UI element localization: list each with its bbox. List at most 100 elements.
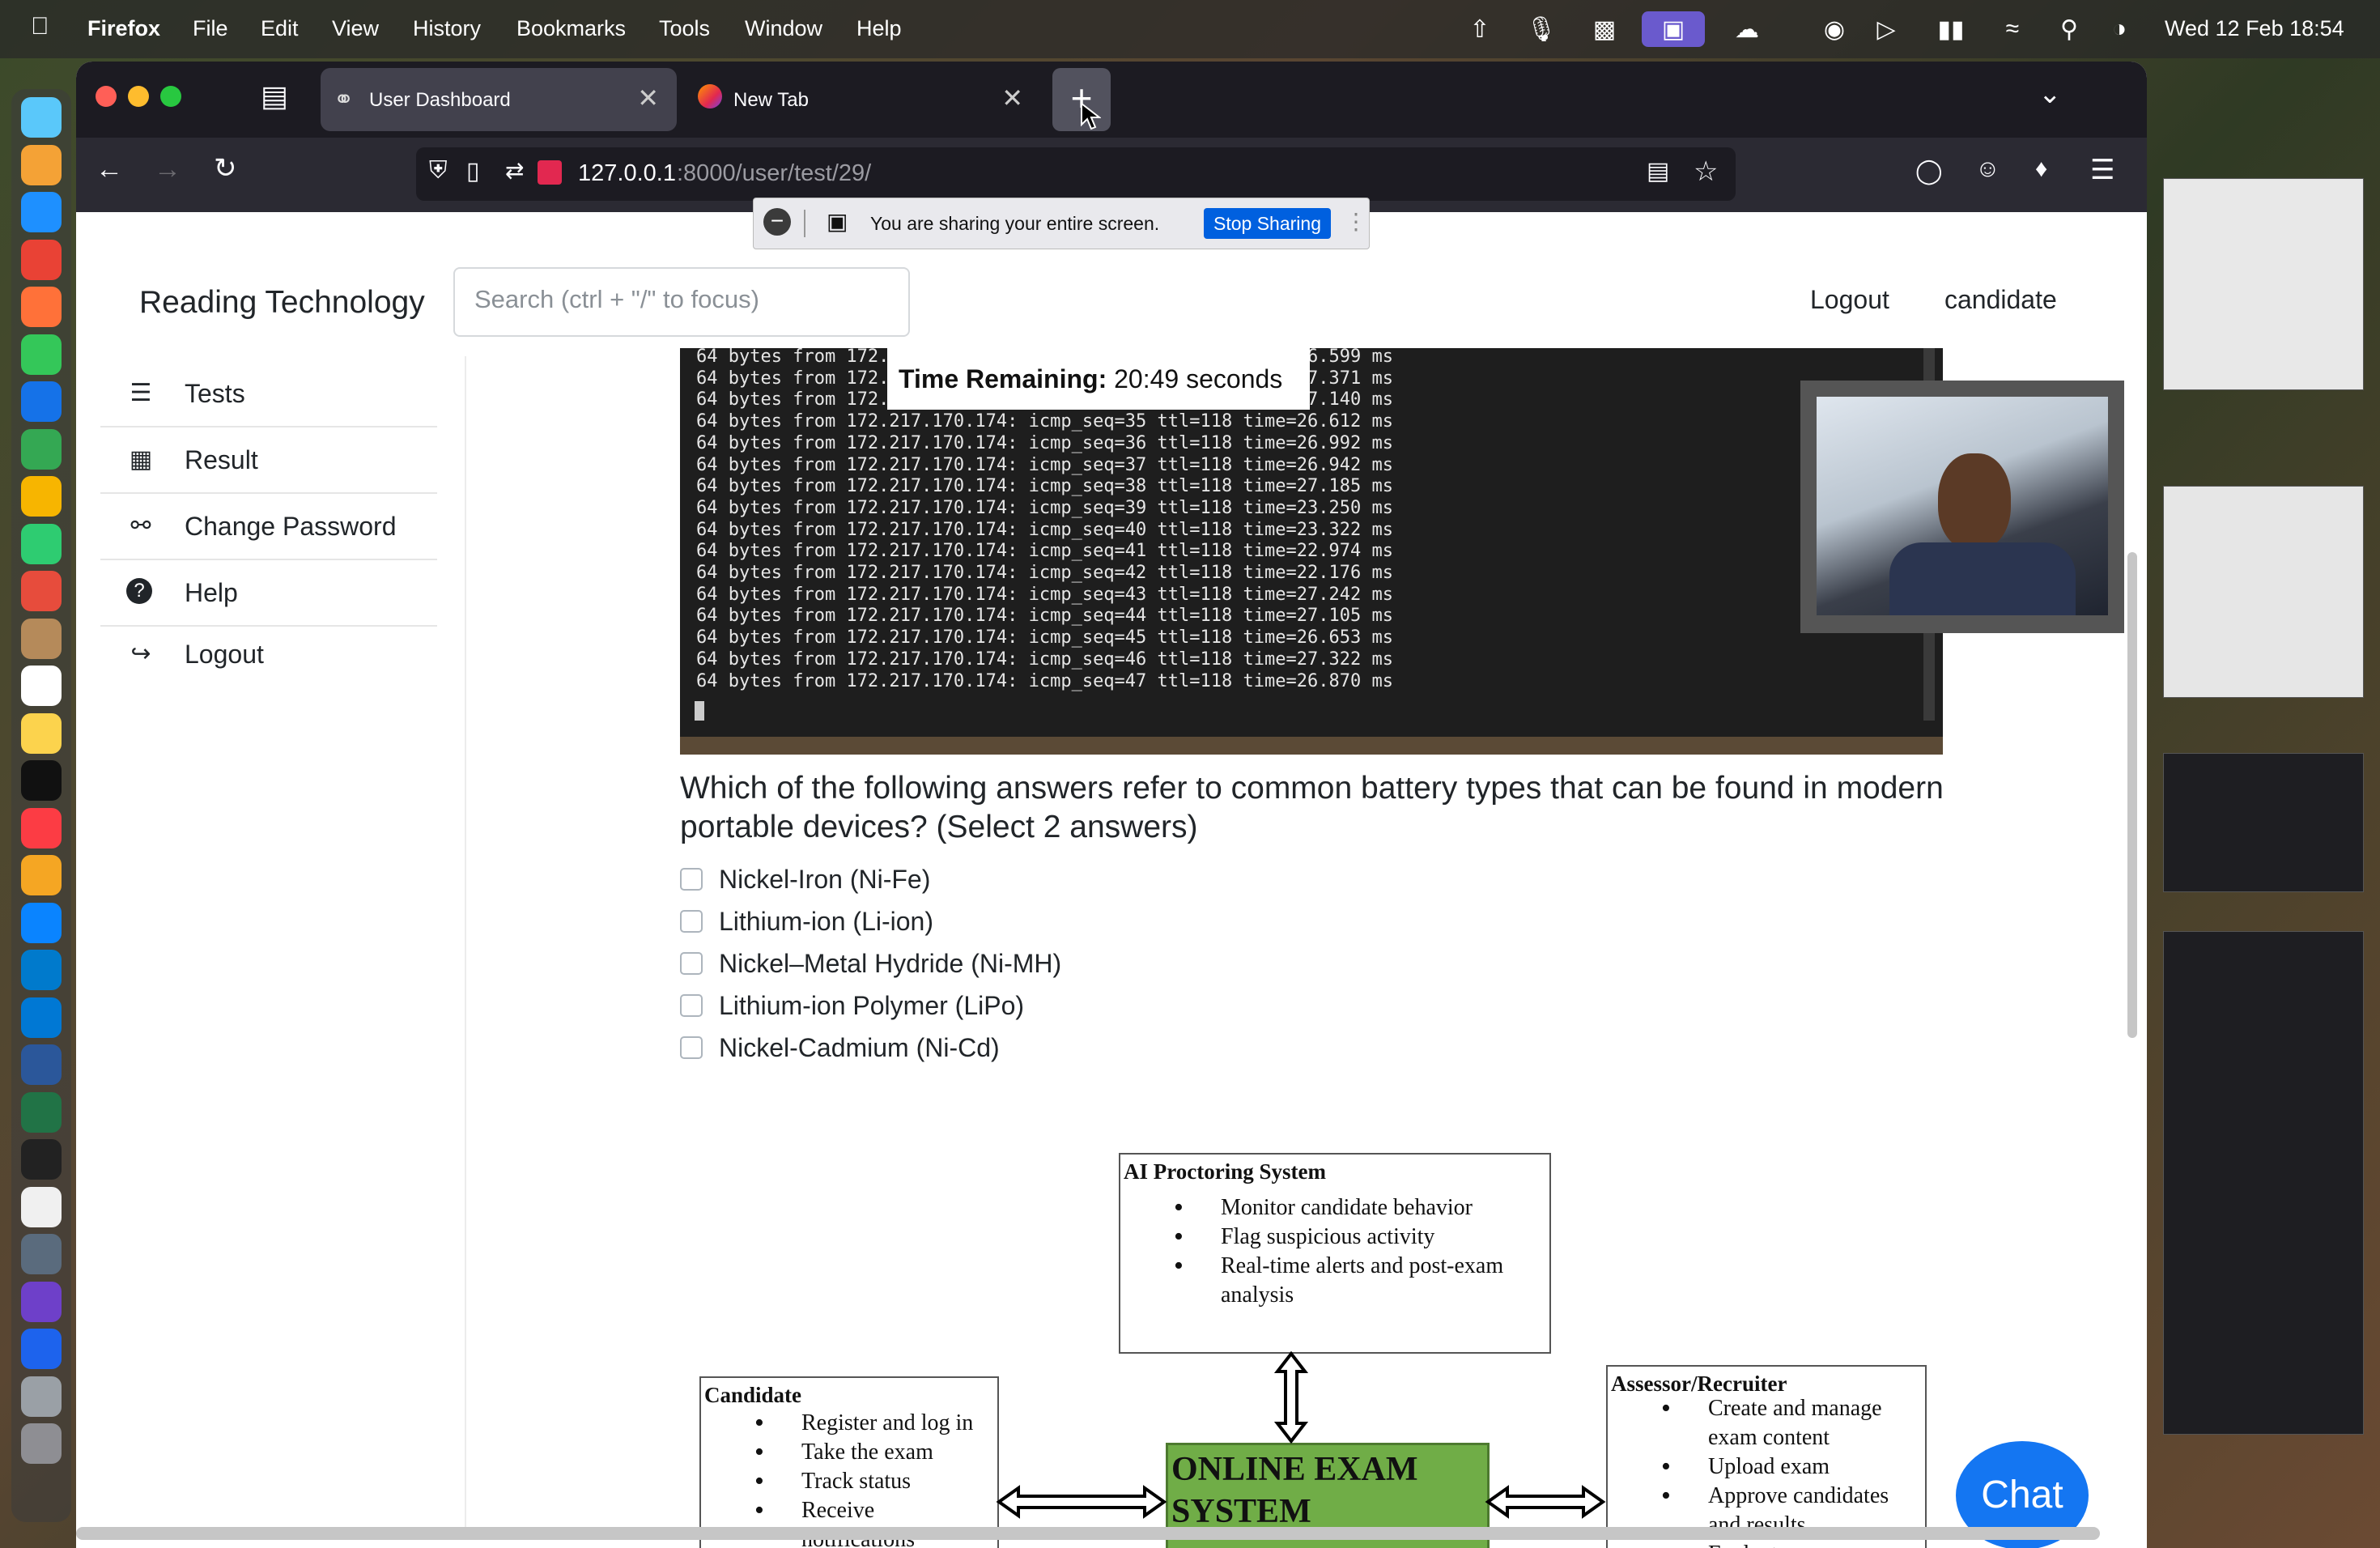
- reader-view-icon[interactable]: ▤: [1647, 157, 1669, 185]
- drag-handle-icon[interactable]: ⋮: [1345, 208, 1367, 235]
- pocket-icon[interactable]: ◯: [1915, 157, 1943, 185]
- mouse-pointer-icon: [1081, 102, 1101, 130]
- tab-new-tab[interactable]: New Tab ✕: [685, 68, 1041, 131]
- dock-app-icon[interactable]: [21, 1234, 62, 1274]
- menu-tools[interactable]: Tools: [659, 16, 710, 41]
- spotlight-search-icon[interactable]: ⚲: [2051, 11, 2087, 47]
- horizontal-scrollbar[interactable]: [76, 1527, 2100, 1540]
- back-icon[interactable]: ←: [96, 154, 123, 185]
- stage-window-thumbnail[interactable]: [2163, 486, 2364, 698]
- dock-app-icon[interactable]: [21, 1091, 62, 1133]
- screen-sharing-bar: − ▣ You are sharing your entire screen. …: [753, 198, 1370, 249]
- close-tab-icon[interactable]: ✕: [1001, 83, 1023, 113]
- dock-app-icon[interactable]: [21, 144, 62, 185]
- dock-app-icon[interactable]: [21, 618, 62, 659]
- menu-bookmarks[interactable]: Bookmarks: [516, 16, 626, 41]
- control-center-icon[interactable]: ◑: [2102, 11, 2137, 47]
- forward-icon[interactable]: →: [154, 154, 181, 185]
- headphones-icon[interactable]: ◉: [1817, 11, 1852, 47]
- share-bar-message: You are sharing your entire screen.: [870, 213, 1160, 234]
- minimize-share-bar-icon[interactable]: −: [763, 208, 791, 236]
- menu-file[interactable]: File: [193, 16, 228, 41]
- menu-history[interactable]: History: [413, 16, 481, 41]
- weather-icon[interactable]: ☁: [1729, 11, 1765, 47]
- screen-share-status-icon[interactable]: ⇧: [1462, 11, 1498, 47]
- url-bar[interactable]: ⛨ ▯ ⇄ 127.0.0.1 :8000/user/test/29/ ▤ ☆: [416, 147, 1736, 201]
- permissions-icon[interactable]: ⇄: [505, 157, 524, 184]
- browser-window: ▤ ⚭ User Dashboard ✕ New Tab ✕ + ⌄ ← → ↻…: [76, 62, 2147, 1548]
- dock-app-icon[interactable]: [21, 1044, 62, 1085]
- tab-bar: ▤ ⚭ User Dashboard ✕ New Tab ✕ + ⌄: [76, 62, 2147, 138]
- list-all-tabs-icon[interactable]: ⌄: [2038, 78, 2062, 110]
- dock-app-icon[interactable]: [21, 1186, 62, 1227]
- vertical-scrollbar[interactable]: [2127, 552, 2137, 1038]
- dock-app-icon[interactable]: [21, 950, 62, 990]
- screen-share-icon: ▣: [827, 209, 848, 234]
- account-icon[interactable]: ☺: [1975, 155, 2000, 183]
- dock-app-icon[interactable]: [21, 997, 62, 1038]
- close-tab-icon[interactable]: ✕: [637, 83, 659, 113]
- microphone-icon[interactable]: 🎙: [1524, 11, 1559, 47]
- battery-icon[interactable]: ▮▮: [1927, 11, 1975, 47]
- dock-app-icon[interactable]: [21, 571, 62, 611]
- dock-app-icon[interactable]: [21, 428, 62, 470]
- dock-app-icon[interactable]: [21, 192, 62, 232]
- screen-mirroring-icon[interactable]: ▣: [1642, 11, 1705, 47]
- dock-app-icon[interactable]: [21, 1376, 62, 1417]
- dock-app-icon[interactable]: [21, 807, 62, 848]
- tab-label: New Tab: [733, 89, 809, 111]
- dock-app-icon[interactable]: [21, 334, 62, 375]
- dock-app-icon[interactable]: [21, 1281, 62, 1322]
- firefox-logo-icon: [698, 84, 722, 108]
- dock: [11, 89, 71, 1522]
- stop-sharing-button[interactable]: Stop Sharing: [1204, 208, 1331, 239]
- stage-window-thumbnail[interactable]: [2163, 178, 2364, 390]
- globe-icon: ⚭: [334, 87, 355, 113]
- minimize-window-button[interactable]: [128, 86, 149, 107]
- screen-sharing-indicator-icon[interactable]: [538, 160, 562, 185]
- dock-app-icon[interactable]: [21, 902, 62, 943]
- menu-window[interactable]: Window: [745, 16, 822, 41]
- menu-hamburger-icon[interactable]: ☰: [2090, 154, 2114, 186]
- dock-app-icon[interactable]: [21, 1329, 62, 1369]
- web-page: Reading Technology Search (ctrl + "/" to…: [76, 212, 2147, 1548]
- page-info-icon[interactable]: ▯: [466, 157, 480, 185]
- dock-app-icon[interactable]: [21, 97, 62, 138]
- tab-user-dashboard[interactable]: ⚭ User Dashboard ✕: [321, 68, 677, 131]
- menu-help[interactable]: Help: [856, 16, 902, 41]
- dock-app-icon[interactable]: [21, 476, 62, 517]
- diagram-arrows: [996, 1350, 1606, 1519]
- menubar-app-name[interactable]: Firefox: [87, 16, 160, 41]
- close-window-button[interactable]: [96, 86, 117, 107]
- apple-icon[interactable]: : [31, 13, 49, 40]
- menubar-clock[interactable]: Wed 12 Feb 18:54: [2165, 16, 2344, 41]
- firefox-view-icon[interactable]: ▤: [261, 79, 288, 113]
- url-host: 127.0.0.1: [578, 160, 676, 186]
- reload-icon[interactable]: ↻: [214, 152, 237, 185]
- bookmark-star-icon[interactable]: ☆: [1694, 155, 1718, 188]
- dock-app-icon[interactable]: [21, 855, 62, 895]
- dock-app-icon[interactable]: [21, 666, 62, 706]
- dock-app-icon[interactable]: [21, 1139, 62, 1180]
- url-path: :8000/user/test/29/: [677, 160, 872, 186]
- shield-icon[interactable]: ⛨: [429, 157, 448, 185]
- dock-app-icon[interactable]: [21, 523, 62, 564]
- play-icon[interactable]: ▷: [1868, 11, 1904, 47]
- camera-icon[interactable]: ▩: [1587, 11, 1622, 47]
- dock-app-icon[interactable]: [21, 287, 62, 327]
- dock-app-icon[interactable]: [21, 239, 62, 280]
- stage-window-thumbnail[interactable]: [2163, 753, 2364, 892]
- extensions-icon[interactable]: ♦: [2035, 155, 2047, 183]
- dock-app-icon[interactable]: [21, 381, 62, 422]
- menu-view[interactable]: View: [332, 16, 379, 41]
- macos-menubar:  Firefox File Edit View History Bookmar…: [0, 0, 2380, 58]
- tab-label: User Dashboard: [369, 89, 511, 111]
- menu-edit[interactable]: Edit: [261, 16, 299, 41]
- wifi-icon[interactable]: ≈: [1995, 11, 2030, 47]
- dock-app-icon[interactable]: [21, 760, 62, 801]
- stage-window-thumbnail[interactable]: [2163, 931, 2364, 1435]
- zoom-window-button[interactable]: [160, 86, 181, 107]
- dock-app-icon[interactable]: [21, 1423, 62, 1464]
- dock-app-icon[interactable]: [21, 712, 62, 754]
- share-bar-divider: [804, 210, 805, 237]
